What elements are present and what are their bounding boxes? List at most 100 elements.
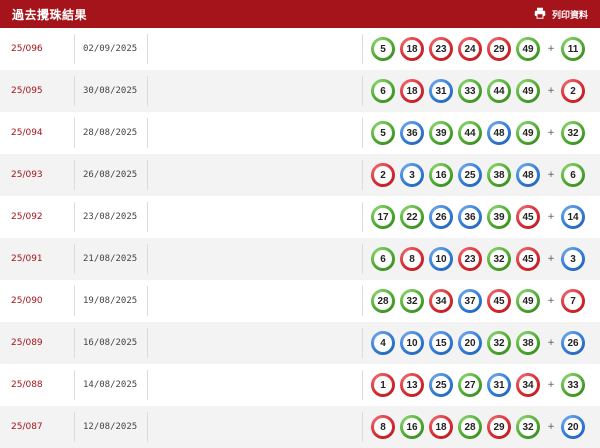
ball-number: 32 [490, 334, 508, 352]
ball-number: 31 [490, 376, 508, 394]
print-label: 列印資料 [551, 10, 588, 21]
number-ball: 38 [487, 163, 511, 187]
plus-sign: + [547, 296, 555, 306]
number-ball: 26 [429, 205, 453, 229]
special-number: 2 [564, 82, 582, 100]
draw-date: 14/08/2025 [83, 380, 138, 390]
draw-date: 21/08/2025 [83, 254, 138, 264]
ball-number: 29 [490, 40, 508, 58]
ball-number: 38 [519, 334, 537, 352]
plus-sign: + [547, 338, 555, 348]
special-number: 33 [564, 376, 582, 394]
number-ball: 15 [429, 331, 453, 355]
ball-number: 4 [374, 334, 392, 352]
ball-number: 49 [519, 82, 537, 100]
plus-sign: + [547, 422, 555, 432]
number-ball: 38 [516, 331, 540, 355]
special-ball: 33 [561, 373, 585, 397]
ball-number: 13 [403, 376, 421, 394]
number-ball: 32 [487, 331, 511, 355]
draw-number[interactable]: 25/089 [0, 338, 74, 348]
number-ball: 1 [371, 373, 395, 397]
column-divider [147, 34, 148, 64]
ball-number: 26 [432, 208, 450, 226]
ball-number: 34 [432, 292, 450, 310]
draw-date: 28/08/2025 [83, 128, 138, 138]
plus-sign: + [547, 254, 555, 264]
column-divider [362, 202, 363, 232]
ball-number: 45 [519, 250, 537, 268]
draw-number[interactable]: 25/095 [0, 86, 74, 96]
draw-number[interactable]: 25/087 [0, 422, 74, 432]
ball-number: 24 [461, 40, 479, 58]
ball-number: 36 [403, 124, 421, 142]
draw-number[interactable]: 25/088 [0, 380, 74, 390]
column-divider [362, 34, 363, 64]
number-ball: 31 [429, 79, 453, 103]
number-ball: 5 [371, 121, 395, 145]
number-ball: 23 [458, 247, 482, 271]
ball-number: 16 [403, 418, 421, 436]
number-ball: 10 [400, 331, 424, 355]
column-divider [362, 328, 363, 358]
ball-number: 25 [432, 376, 450, 394]
ball-number: 45 [490, 292, 508, 310]
plus-sign: + [547, 128, 555, 138]
number-ball: 6 [371, 247, 395, 271]
ball-group: 5 36 39 44 48 49 +32 [371, 121, 590, 145]
number-ball: 20 [458, 331, 482, 355]
special-number: 26 [564, 334, 582, 352]
plus-sign: + [547, 212, 555, 222]
special-number: 3 [564, 250, 582, 268]
ball-number: 23 [461, 250, 479, 268]
number-ball: 48 [487, 121, 511, 145]
number-ball: 32 [487, 247, 511, 271]
column-divider [147, 286, 148, 316]
column-divider [147, 160, 148, 190]
draw-date: 16/08/2025 [83, 338, 138, 348]
column-divider [362, 76, 363, 106]
ball-number: 36 [461, 208, 479, 226]
ball-number: 20 [461, 334, 479, 352]
special-number: 11 [564, 40, 582, 58]
number-ball: 3 [400, 163, 424, 187]
ball-number: 29 [490, 418, 508, 436]
ball-number: 22 [403, 208, 421, 226]
number-ball: 49 [516, 37, 540, 61]
number-ball: 29 [487, 415, 511, 439]
special-ball: 11 [561, 37, 585, 61]
number-ball: 6 [371, 79, 395, 103]
ball-number: 49 [519, 124, 537, 142]
draw-number[interactable]: 25/093 [0, 170, 74, 180]
draw-date: 30/08/2025 [83, 86, 138, 96]
special-ball: 26 [561, 331, 585, 355]
ball-number: 32 [519, 418, 537, 436]
draw-number[interactable]: 25/090 [0, 296, 74, 306]
ball-number: 38 [490, 166, 508, 184]
column-divider [147, 412, 148, 442]
number-ball: 34 [429, 289, 453, 313]
number-ball: 39 [487, 205, 511, 229]
draw-number[interactable]: 25/096 [0, 44, 74, 54]
ball-number: 25 [461, 166, 479, 184]
ball-number: 34 [519, 376, 537, 394]
ball-group: 6 8 10 23 32 45 +3 [371, 247, 590, 271]
number-ball: 45 [487, 289, 511, 313]
ball-group: 28 32 34 37 45 49 +7 [371, 289, 590, 313]
plus-sign: + [547, 86, 555, 96]
draw-number[interactable]: 25/094 [0, 128, 74, 138]
draw-date: 23/08/2025 [83, 212, 138, 222]
draw-number[interactable]: 25/091 [0, 254, 74, 264]
number-ball: 45 [516, 205, 540, 229]
plus-sign: + [547, 44, 555, 54]
number-ball: 13 [400, 373, 424, 397]
result-row: 25/089 16/08/2025 4 10 15 20 32 38 +26 [0, 322, 600, 364]
special-number: 14 [564, 208, 582, 226]
column-divider [362, 286, 363, 316]
page-title: 過去攪珠結果 [12, 7, 88, 22]
print-button[interactable]: 列印資料 [534, 7, 588, 22]
number-ball: 28 [458, 415, 482, 439]
ball-number: 8 [403, 250, 421, 268]
draw-number[interactable]: 25/092 [0, 212, 74, 222]
ball-number: 23 [432, 40, 450, 58]
